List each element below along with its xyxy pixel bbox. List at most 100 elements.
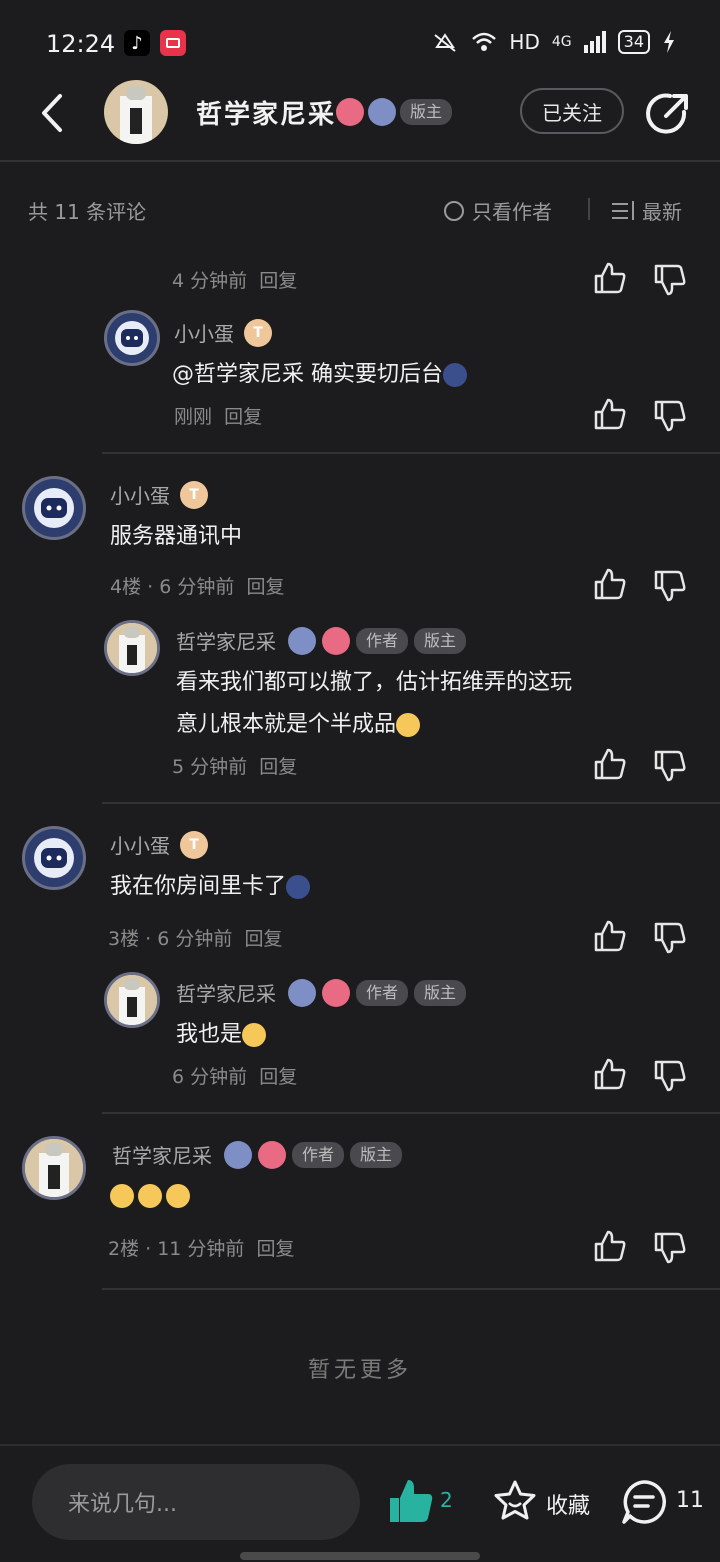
nietzsche-avatar-image	[104, 80, 168, 144]
reply-link[interactable]: 回复	[259, 756, 297, 778]
avatar-xiaoxiaodan[interactable]	[104, 310, 160, 366]
nietzsche-avatar-image	[107, 975, 157, 1025]
status-icons: HD 4G 34	[431, 30, 676, 54]
mod-user-icon	[224, 1140, 252, 1169]
network-label: HD	[509, 30, 540, 54]
no-more-label: 暂无更多	[307, 1358, 412, 1383]
robot-avatar-image	[34, 488, 74, 528]
rank-badge-icon: T	[180, 480, 208, 509]
like-icon[interactable]	[592, 1056, 628, 1092]
like-icon[interactable]	[592, 396, 628, 432]
comment-meta: 2楼 · 11 分钟前 回复	[108, 1238, 295, 1260]
reply-link[interactable]: 回复	[257, 1238, 295, 1260]
comment-author-row: 哲学家尼采 作者 版主	[112, 1140, 403, 1169]
robot-avatar-image	[115, 321, 149, 355]
signal-bars-icon	[583, 31, 606, 53]
comment-text: 服务器通讯中	[110, 524, 243, 549]
dislike-icon[interactable]	[652, 920, 688, 956]
comment-divider	[102, 1288, 720, 1290]
avatar-xiaoxiaodan[interactable]	[22, 476, 86, 540]
dislike-icon[interactable]	[652, 262, 688, 298]
like-icon[interactable]	[592, 260, 628, 296]
header-divider	[0, 160, 720, 162]
like-icon[interactable]	[592, 566, 628, 602]
share-icon[interactable]	[644, 90, 692, 138]
dislike-icon[interactable]	[652, 1058, 688, 1094]
author-name[interactable]: 哲学家尼采	[112, 1140, 212, 1169]
battery-indicator: 34	[617, 30, 650, 54]
author-name[interactable]: 小小蛋	[174, 318, 234, 347]
back-button[interactable]	[30, 88, 80, 138]
sort-label: 最新	[642, 200, 682, 224]
emoji-icon	[286, 875, 311, 899]
wifi-icon	[472, 32, 497, 51]
comment-meta: 3楼 · 6 分钟前 回复	[108, 928, 283, 950]
comment-count: 11	[676, 1488, 704, 1513]
reply-link[interactable]: 回复	[259, 270, 297, 292]
author-tag: 作者	[292, 1141, 345, 1168]
author-only-toggle[interactable]: 只看作者	[444, 196, 552, 225]
author-only-label: 只看作者	[472, 200, 552, 224]
home-indicator[interactable]	[240, 1552, 480, 1560]
comment-divider	[102, 1112, 720, 1114]
like-filled-icon[interactable]	[386, 1476, 436, 1526]
avatar-xiaoxiaodan[interactable]	[22, 826, 86, 890]
comment-text-line2: 意儿根本就是个半成品	[176, 704, 421, 746]
mod-user-icon	[368, 98, 396, 126]
author-name[interactable]: 哲学家尼采	[176, 626, 276, 655]
reply-link[interactable]: 回复	[246, 576, 284, 598]
dislike-icon[interactable]	[652, 748, 688, 784]
comment-bubble-icon[interactable]	[620, 1478, 668, 1526]
like-icon[interactable]	[592, 746, 628, 782]
comment-text: @哲学家尼采 确实要切后台	[172, 354, 467, 396]
comment-meta: 刚刚 回复	[174, 406, 263, 428]
dislike-icon[interactable]	[652, 398, 688, 434]
smirk-emoji-icon	[138, 1184, 162, 1208]
filter-separator	[588, 198, 590, 220]
comment-text: 我也是	[176, 1014, 267, 1056]
level-badge-icon	[258, 1140, 286, 1169]
sort-toggle[interactable]: 最新	[612, 196, 682, 225]
avatar-nietzsche[interactable]	[22, 1136, 86, 1200]
reply-link[interactable]: 回复	[224, 406, 262, 428]
moderator-tag: 版主	[414, 627, 467, 654]
comment-count-label: 共 11 条评论	[28, 200, 147, 224]
moderator-badge: 版主	[400, 99, 453, 125]
comment-author-row: 哲学家尼采 作者 版主	[176, 626, 467, 655]
emoji-icon	[443, 363, 467, 387]
charging-icon	[664, 31, 674, 53]
status-time: 12:24	[46, 30, 116, 58]
author-name[interactable]: 哲学家尼采	[176, 978, 276, 1007]
level-badge-icon	[322, 978, 350, 1007]
comment-emoji-row	[110, 1184, 190, 1208]
reply-link[interactable]: 回复	[259, 1066, 297, 1088]
robot-avatar-image	[34, 838, 74, 878]
signal-label: 4G	[551, 34, 572, 50]
nietzsche-avatar-image	[107, 623, 157, 673]
avatar-nietzsche[interactable]	[104, 972, 160, 1028]
author-name[interactable]: 小小蛋	[110, 830, 170, 859]
comment-author-row: 哲学家尼采 作者 版主	[176, 978, 467, 1007]
follow-button[interactable]: 已关注	[520, 88, 624, 134]
nietzsche-avatar-image	[25, 1139, 83, 1197]
comment-meta: 5 分钟前 回复	[172, 756, 298, 778]
favorite-label[interactable]: 收藏	[546, 1488, 590, 1520]
avatar-nietzsche[interactable]	[104, 620, 160, 676]
header-avatar[interactable]	[104, 80, 168, 144]
like-icon[interactable]	[592, 918, 628, 954]
author-tag: 作者	[356, 627, 409, 654]
comment-input[interactable]: 来说几句...	[32, 1464, 360, 1540]
page-title: 哲学家尼采	[196, 94, 336, 131]
radio-icon	[444, 200, 464, 221]
author-name[interactable]: 小小蛋	[110, 480, 170, 509]
reply-link[interactable]: 回复	[244, 928, 282, 950]
moderator-tag: 版主	[414, 979, 467, 1006]
sort-list-icon	[612, 200, 634, 220]
like-count: 2	[440, 1488, 453, 1512]
dislike-icon[interactable]	[652, 1230, 688, 1266]
like-icon[interactable]	[592, 1228, 628, 1264]
dislike-icon[interactable]	[652, 568, 688, 604]
star-icon[interactable]	[492, 1478, 538, 1524]
level-badge-icon	[322, 626, 350, 655]
level-badge-icon	[336, 98, 364, 126]
